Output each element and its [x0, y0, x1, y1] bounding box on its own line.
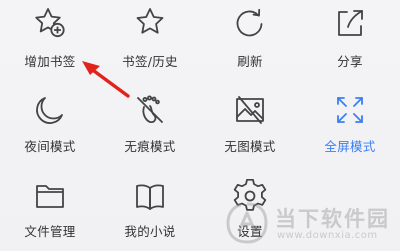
incognito-mode-label: 无痕模式: [124, 139, 176, 154]
refresh-icon: [233, 6, 267, 40]
share-label: 分享: [337, 54, 363, 69]
fullscreen-icon: [333, 93, 367, 127]
star-plus-icon: [33, 6, 67, 40]
fullscreen-mode-button[interactable]: 全屏模式: [300, 85, 400, 160]
my-novels-button[interactable]: 我的小说: [100, 170, 200, 251]
watermark-logo-icon: [226, 202, 268, 244]
share-icon: [333, 6, 367, 40]
no-image-mode-button[interactable]: 无图模式: [200, 85, 300, 160]
browser-menu-panel: 增加书签 书签/历史 刷新 分享 夜间模式 无痕模式 无图模式 全屏模式 文件管…: [0, 0, 400, 251]
refresh-button[interactable]: 刷新: [200, 0, 300, 75]
star-icon: [133, 6, 167, 40]
watermark: 当下软件园 www.downxia.com: [219, 199, 394, 247]
no-image-mode-label: 无图模式: [224, 139, 276, 154]
file-manager-button[interactable]: 文件管理: [0, 170, 100, 251]
refresh-label: 刷新: [237, 54, 263, 69]
night-mode-button[interactable]: 夜间模式: [0, 85, 100, 160]
night-mode-label: 夜间模式: [24, 139, 76, 154]
my-novels-label: 我的小说: [124, 224, 176, 239]
fullscreen-mode-label: 全屏模式: [324, 139, 376, 154]
image-off-icon: [233, 93, 267, 127]
watermark-title: 当下软件园: [275, 207, 390, 231]
file-manager-label: 文件管理: [24, 224, 76, 239]
moon-icon: [33, 93, 67, 127]
folder-icon: [33, 179, 67, 213]
watermark-url: www.downxia.com: [277, 230, 378, 241]
incognito-mode-button[interactable]: 无痕模式: [100, 85, 200, 160]
share-button[interactable]: 分享: [300, 0, 400, 75]
footprint-off-icon: [133, 93, 167, 127]
book-icon: [133, 179, 167, 213]
